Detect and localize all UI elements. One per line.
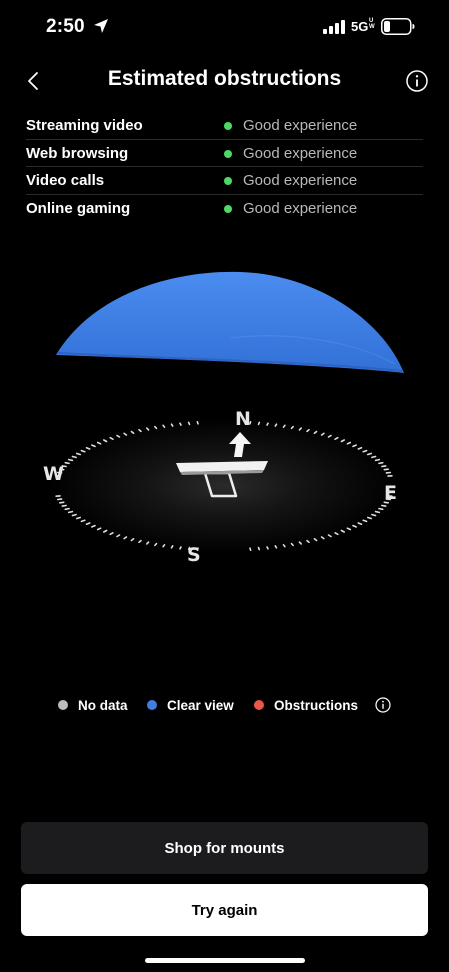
experience-row-video-calls: Video calls Good experience: [26, 167, 423, 195]
compass-tick: [257, 421, 261, 426]
compass-tick: [80, 449, 86, 453]
experience-status: Good experience: [243, 199, 358, 217]
network-type: 5G: [351, 19, 369, 34]
compass-tick: [381, 504, 387, 507]
experience-row-streaming-video: Streaming video Good experience: [26, 112, 423, 140]
compass-tick: [76, 516, 81, 520]
compass-tick: [362, 519, 368, 523]
compass-tick: [80, 519, 86, 523]
experience-status: Good experience: [243, 144, 358, 162]
compass-tick: [371, 513, 377, 517]
compass-south-label: S: [187, 544, 201, 566]
compass-tick: [266, 422, 269, 426]
status-dot: [224, 149, 232, 158]
compass-tick: [362, 449, 368, 453]
experience-name: Web browsing: [26, 144, 129, 162]
compass-tick: [282, 543, 286, 548]
compass-tick: [378, 507, 384, 511]
compass-tick: [383, 468, 390, 471]
compass-west-label: W: [43, 463, 64, 485]
experience-status: Good experience: [243, 172, 358, 189]
compass-tick: [85, 522, 91, 526]
battery-icon: [381, 18, 415, 35]
experience-list: Streaming video Good experience Web brow…: [26, 112, 423, 222]
experience-status: Good experience: [243, 117, 358, 134]
compass-tick: [366, 516, 373, 520]
compass-tick: [170, 545, 174, 549]
compass-tick: [274, 545, 278, 549]
experience-name: Video calls: [26, 172, 105, 189]
compass-tick: [357, 447, 363, 450]
legend-label: Obstructions: [274, 697, 359, 713]
compass-tick: [374, 510, 381, 514]
experience-row-online-gaming: Online gaming Good experience: [26, 195, 423, 223]
compass-tick: [381, 465, 387, 468]
compass-east-label: E: [384, 482, 397, 504]
legend-item-obstructions: Obstructions: [254, 695, 358, 715]
experience-name: Online gaming: [26, 199, 131, 217]
legend-dot: [254, 700, 264, 710]
compass-tick: [179, 422, 182, 426]
try-again-button[interactable]: Try again: [21, 884, 428, 936]
compass-tick: [274, 423, 278, 427]
legend-item-clear-view: Clear view: [147, 695, 234, 715]
compass-tick: [196, 421, 199, 425]
compass-tick: [67, 510, 74, 514]
compass-tick: [58, 501, 65, 504]
experience-name: Streaming video: [26, 117, 143, 134]
compass-tick: [249, 547, 252, 552]
legend-dot: [58, 700, 68, 710]
compass-tick: [282, 424, 286, 428]
shop-for-mounts-button[interactable]: Shop for mounts: [21, 822, 428, 874]
legend: No data Clear view Obstructions: [0, 695, 449, 717]
compass-tick: [162, 543, 166, 548]
experience-row-web-browsing: Web browsing Good experience: [26, 140, 423, 167]
home-indicator: [145, 958, 305, 963]
status-dot: [224, 204, 232, 213]
network-badge: UW: [369, 18, 375, 30]
compass-tick: [76, 452, 81, 456]
compass-tick: [266, 546, 269, 550]
compass-tick: [64, 461, 70, 465]
legend-label: No data: [78, 697, 128, 713]
compass-tick: [374, 458, 381, 462]
location-arrow-icon: [94, 19, 108, 33]
compass-tick: [71, 513, 77, 517]
compass-tick: [187, 421, 191, 426]
page-title: Estimated obstructions: [107, 67, 342, 90]
info-circle-icon[interactable]: [406, 70, 428, 92]
header: Estimated obstructions: [0, 58, 449, 104]
compass-north-label: N: [235, 408, 251, 430]
legend-info-icon[interactable]: [375, 697, 391, 713]
compass-tick: [179, 546, 182, 550]
compass-tick: [61, 504, 67, 507]
compass-tick: [71, 455, 77, 459]
compass-tick: [170, 423, 174, 427]
legend-label: Clear view: [167, 697, 234, 713]
obstruction-visualization[interactable]: N S E W: [0, 260, 449, 590]
compass-tick: [67, 458, 74, 462]
compass-tick: [371, 455, 377, 459]
legend-item-no-data: No data: [58, 695, 128, 715]
sky-dome-graphic: [49, 271, 404, 554]
compass-tick: [378, 461, 384, 465]
cellular-signal-icon: [323, 20, 345, 34]
compass-tick: [64, 507, 70, 511]
status-bar: 2:50 5G UW: [0, 0, 449, 54]
status-dot: [224, 122, 232, 130]
compass-tick: [366, 452, 373, 456]
compass-tick: [257, 546, 261, 551]
compass-tick: [357, 522, 363, 526]
status-time: 2:50: [46, 16, 85, 37]
compass-tick: [85, 447, 91, 450]
legend-dot: [147, 700, 157, 710]
status-dot: [224, 177, 232, 185]
compass-tick: [162, 424, 166, 428]
